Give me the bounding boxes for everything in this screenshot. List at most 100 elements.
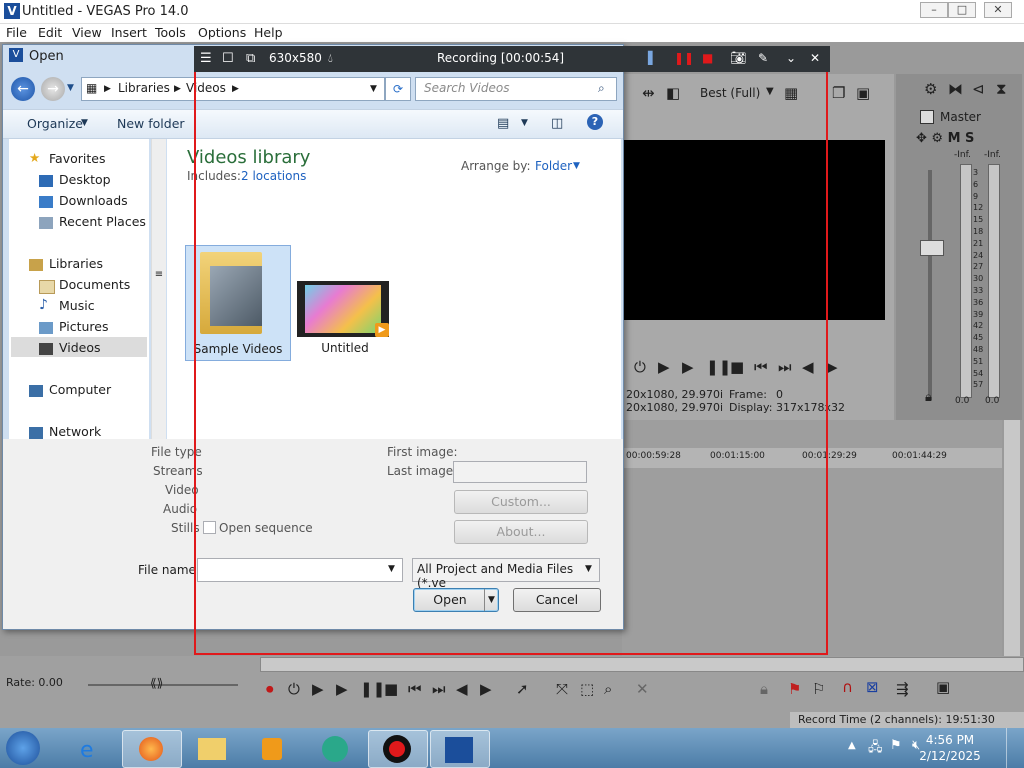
back-button[interactable]: ← <box>11 77 35 101</box>
nav-music[interactable]: Music <box>59 298 95 313</box>
network-tray-icon[interactable]: 🖧︎ <box>868 738 883 760</box>
nav-videos[interactable]: Videos <box>59 340 101 355</box>
record-app-icon[interactable] <box>368 730 428 768</box>
nav-computer[interactable]: Computer <box>49 382 111 397</box>
auto-crossfade-icon[interactable]: ⊠ <box>866 678 879 696</box>
downmix-icon[interactable]: ⧓ <box>948 80 963 98</box>
nav-network[interactable]: Network <box>49 424 101 439</box>
screenshot-camera-icon[interactable]: 📷︎ <box>730 51 747 66</box>
region-select-icon[interactable]: ☐ <box>222 51 234 66</box>
mixer-icon[interactable]: ⧗ <box>996 80 1007 98</box>
firefox-icon[interactable] <box>122 730 182 768</box>
taskbar-clock[interactable]: 4:56 PM 2/12/2025 <box>918 732 982 764</box>
nav-recent-places[interactable]: Recent Places <box>59 214 146 229</box>
navigation-scrollbar[interactable]: ≡ <box>151 139 166 439</box>
draw-pen-icon[interactable]: ✎ <box>758 51 768 65</box>
nav-favorites[interactable]: Favorites <box>49 151 105 166</box>
marker-icon[interactable]: ⚑ <box>788 680 801 698</box>
save-snapshot-icon[interactable]: ▣ <box>856 84 870 102</box>
internet-explorer-icon[interactable]: e <box>62 730 120 766</box>
meter-tick-label: 30 <box>973 274 984 284</box>
breadcrumb-libraries[interactable]: Libraries <box>118 81 170 95</box>
minimize-button[interactable]: – <box>920 2 948 18</box>
nav-libraries[interactable]: Libraries <box>49 256 103 271</box>
close-button[interactable]: ✕ <box>984 2 1012 18</box>
normal-edit-tool-icon[interactable]: ➚ <box>516 680 529 698</box>
maximize-button[interactable]: □ <box>948 2 976 18</box>
transport-end-icon[interactable]: ⏭ <box>432 680 446 698</box>
transport-next-frame-icon[interactable]: ▶ <box>480 680 492 698</box>
transport-start-icon[interactable]: ⏮ <box>408 680 422 698</box>
transport-prev-frame-icon[interactable]: ◀ <box>456 680 468 698</box>
window-select-icon[interactable]: ⧉ <box>246 51 255 66</box>
collapse-icon[interactable]: ⌄ <box>786 51 796 65</box>
menu-insert[interactable]: Insert <box>111 25 147 40</box>
tray-expand-icon[interactable]: ▲ <box>848 740 856 751</box>
meter-tick-label: 18 <box>973 227 984 236</box>
delete-icon[interactable]: ✕ <box>636 680 649 698</box>
libraries-icon <box>29 259 43 271</box>
show-desktop-button[interactable] <box>1006 728 1024 768</box>
mute-solo-buttons[interactable]: ✥ ⚙ M S <box>916 131 974 146</box>
selection-tool-icon[interactable]: ⬚ <box>580 680 594 698</box>
vegas-taskbar-icon[interactable] <box>430 730 490 768</box>
new-folder-button[interactable]: New folder <box>117 116 185 131</box>
lock-icon[interactable]: 🔒︎ <box>925 390 932 405</box>
forward-button[interactable]: → <box>41 77 65 101</box>
transport-play-start-icon[interactable]: ▶ <box>312 680 324 698</box>
vegas-logo-icon: V <box>4 3 20 19</box>
menu-file[interactable]: File <box>6 25 27 40</box>
transport-pause-icon[interactable]: ❚❚ <box>360 680 385 698</box>
nav-downloads[interactable]: Downloads <box>59 193 128 208</box>
transport-play-icon[interactable]: ▶ <box>336 680 348 698</box>
meter-tick-label: 12 <box>973 203 984 213</box>
close-recorder-icon[interactable]: ✕ <box>810 51 820 65</box>
meter-tick-label: 9 <box>973 191 979 201</box>
rate-slider-handle-icon[interactable]: ⟪⟫ <box>150 676 163 690</box>
nav-pictures[interactable]: Pictures <box>59 319 109 334</box>
transport-stop-icon[interactable]: ■ <box>384 680 398 698</box>
master-checkbox[interactable] <box>920 110 934 124</box>
pause-recording-icon[interactable]: ❚❚ <box>674 51 694 65</box>
file-explorer-icon[interactable] <box>184 730 242 766</box>
menu-help[interactable]: Help <box>254 25 283 40</box>
drop-icon[interactable]: 💧︎ <box>328 51 333 66</box>
organize-chevron-icon[interactable]: ▼ <box>81 118 88 128</box>
menu-edit[interactable]: Edit <box>38 25 62 40</box>
ripple-edit-icon[interactable]: ⇶ <box>896 680 909 698</box>
history-chevron-icon[interactable]: ▼ <box>67 83 74 93</box>
menu-icon[interactable]: ☰ <box>200 51 212 66</box>
recorder-app-icon[interactable] <box>306 730 364 766</box>
stop-recording-icon[interactable]: ■ <box>702 51 713 65</box>
menu-options[interactable]: Options <box>198 25 246 40</box>
recent-places-icon <box>39 217 53 229</box>
copy-snapshot-icon[interactable]: ❐ <box>832 84 845 102</box>
menu-tools[interactable]: Tools <box>155 25 186 40</box>
timeline-vscroll[interactable] <box>1004 420 1020 656</box>
settings-gear-icon[interactable]: ⚙ <box>924 80 937 98</box>
computer-icon <box>29 385 43 397</box>
timeline-hscroll[interactable] <box>260 657 1024 672</box>
action-center-icon[interactable]: ⚑ <box>890 738 902 753</box>
master-fader-handle[interactable] <box>920 240 944 256</box>
zoom-tool-icon[interactable]: ⌕ <box>604 680 612 698</box>
start-button[interactable] <box>6 731 40 765</box>
recording-region-frame[interactable] <box>194 46 828 655</box>
lock-events-icon[interactable]: 🔒︎ <box>760 680 768 698</box>
nav-documents[interactable]: Documents <box>59 277 130 292</box>
loop-playback-icon[interactable]: ⏻ <box>288 680 300 698</box>
region-icon[interactable]: ⚐ <box>812 680 825 698</box>
meter-inf-left: -Inf. <box>954 150 971 160</box>
dim-icon[interactable]: ⊲ <box>972 80 985 98</box>
scroll-grip-icon[interactable]: ≡ <box>154 269 164 287</box>
meter-tick-label: 21 <box>973 238 984 248</box>
menu-view[interactable]: View <box>72 25 102 40</box>
record-icon[interactable]: ⏺ <box>266 680 274 698</box>
snap-magnet-icon[interactable]: ∩ <box>842 678 853 696</box>
meter-tick-label: 39 <box>973 309 984 319</box>
envelope-tool-icon[interactable]: ⤧ <box>556 680 568 698</box>
preview-window-icon[interactable]: ▣ <box>936 678 950 696</box>
media-player-icon[interactable] <box>244 730 302 766</box>
nav-desktop[interactable]: Desktop <box>59 172 111 187</box>
organize-button[interactable]: Organize <box>27 116 83 131</box>
